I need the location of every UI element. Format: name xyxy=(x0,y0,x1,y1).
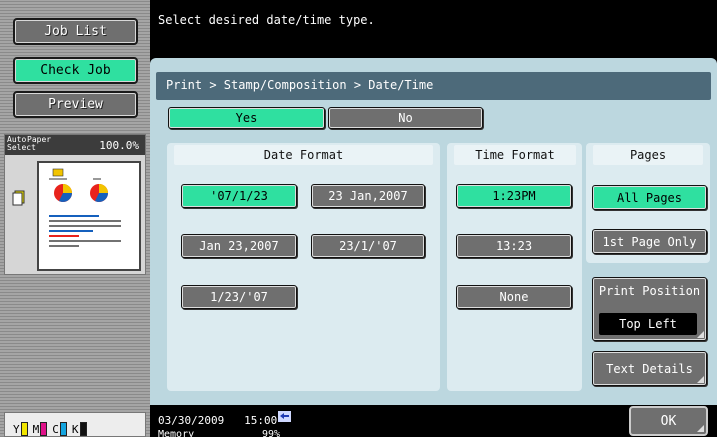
date-format-header: Date Format xyxy=(174,145,433,165)
no-button[interactable]: No xyxy=(328,107,483,129)
check-job-button[interactable]: Check Job xyxy=(13,57,138,84)
text-details-button[interactable]: Text Details xyxy=(592,351,707,386)
corner-indicator-icon xyxy=(697,331,704,338)
zoom-value: 100.0% xyxy=(99,139,139,152)
ok-button[interactable]: OK xyxy=(629,406,708,436)
time-option-none[interactable]: None xyxy=(456,285,572,309)
toner-c: C xyxy=(52,422,67,436)
breadcrumb-bar: Print > Stamp/Composition > Date/Time xyxy=(156,72,711,100)
toner-k-bar xyxy=(79,422,87,436)
document-stack-icon xyxy=(12,190,25,206)
instruction-message: Select desired date/time type. xyxy=(158,13,375,27)
preview-header: Auto Paper Select 100.0% xyxy=(5,135,145,155)
breadcrumb: Print > Stamp/Composition > Date/Time xyxy=(166,78,434,92)
time-format-section xyxy=(447,143,582,391)
toner-y: Y xyxy=(13,422,28,436)
memory-value: 99% xyxy=(262,429,281,437)
toner-c-bar xyxy=(59,422,67,436)
corner-indicator-icon xyxy=(697,376,704,383)
corner-indicator-icon xyxy=(697,425,704,432)
date-format-section xyxy=(167,143,440,391)
memory-label: Memory xyxy=(158,429,195,437)
preview-panel: Auto Paper Select 100.0% xyxy=(4,134,146,275)
preview-button[interactable]: Preview xyxy=(13,91,138,118)
toner-levels: Y M C K xyxy=(4,412,146,437)
date-time: 03/30/2009 15:00 xyxy=(158,414,278,427)
job-list-button[interactable]: Job List xyxy=(13,18,138,45)
left-sidebar: Job List Check Job Preview Auto Paper Se… xyxy=(0,0,150,437)
date-option-d-m-yy[interactable]: 23/1/'07 xyxy=(311,234,425,258)
toner-m-bar xyxy=(40,422,48,436)
yes-button[interactable]: Yes xyxy=(168,107,325,129)
print-position-value: Top Left xyxy=(599,313,697,335)
date-option-mon-d-yyyy[interactable]: Jan 23,2007 xyxy=(181,234,297,258)
all-pages-button[interactable]: All Pages xyxy=(592,185,707,210)
toner-k: K xyxy=(72,422,87,436)
network-icon xyxy=(278,411,291,422)
toner-m: M xyxy=(33,422,48,436)
toner-y-bar xyxy=(20,422,28,436)
time-format-header: Time Format xyxy=(454,145,576,165)
date-option-d-mon-yyyy[interactable]: 23 Jan,2007 xyxy=(311,184,425,208)
pages-header: Pages xyxy=(593,145,703,165)
date-option-yy-m-d[interactable]: '07/1/23 xyxy=(181,184,297,208)
print-position-label: Print Position xyxy=(598,284,701,298)
select-label: Select xyxy=(7,143,36,152)
first-page-only-button[interactable]: 1st Page Only xyxy=(592,229,707,254)
text-details-label: Text Details xyxy=(606,361,693,376)
time-option-24h[interactable]: 13:23 xyxy=(456,234,572,258)
ok-label: OK xyxy=(660,413,677,429)
page-thumbnail xyxy=(37,161,141,271)
status-bar: 03/30/2009 15:00 Memory 99% OK xyxy=(150,405,717,437)
date-option-m-d-yy[interactable]: 1/23/'07 xyxy=(181,285,297,309)
thumbnail-content-icon xyxy=(49,168,121,247)
time-option-12h[interactable]: 1:23PM xyxy=(456,184,572,208)
